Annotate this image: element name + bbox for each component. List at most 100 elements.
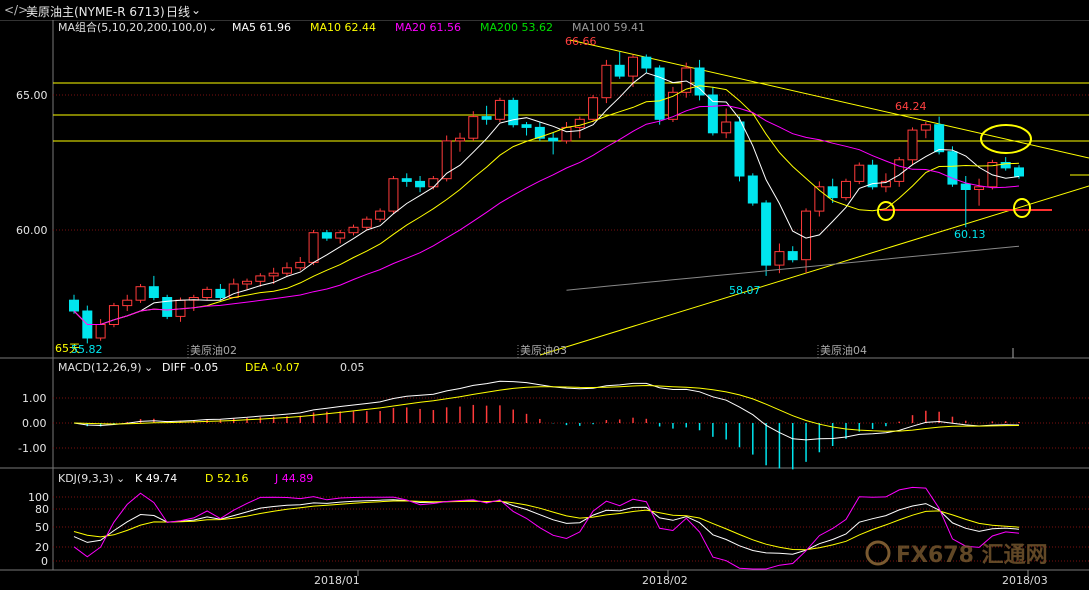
- candle-body: [494, 99, 505, 120]
- candle-body: [122, 299, 133, 307]
- candle-body: [907, 129, 918, 161]
- kdj-k-value: 49.74: [146, 472, 178, 485]
- macd-value: 0.05: [340, 361, 365, 374]
- candle-body: [481, 116, 492, 120]
- candle-body: [454, 137, 465, 142]
- ma100-legend: MA100 59.41: [572, 21, 645, 34]
- candle-body: [854, 164, 865, 182]
- ma-chevron-icon[interactable]: ⌄: [208, 21, 217, 34]
- candle-body: [801, 210, 812, 261]
- kdj-k-label: K: [135, 472, 143, 485]
- candle-body: [521, 124, 532, 128]
- candle-body: [361, 218, 372, 228]
- candle-body: [135, 286, 146, 301]
- candle-body: [561, 126, 572, 142]
- candle-body: [401, 178, 412, 182]
- contract-label-04: 美原油04: [820, 343, 867, 357]
- contract-label-03: 美原油03: [520, 343, 567, 357]
- date-label-jan: 2018/01: [314, 574, 360, 587]
- candle-body: [308, 232, 319, 263]
- ma5-line: [73, 72, 1020, 325]
- ma200-legend: MA200 53.62: [480, 21, 553, 34]
- candle-body: [1014, 167, 1024, 177]
- macd-dea-line: [73, 384, 1020, 432]
- kdj-tick-50: 50: [35, 521, 49, 534]
- ma100-value: 59.41: [614, 21, 646, 34]
- candle-body: [707, 94, 718, 134]
- macd-chevron-icon[interactable]: ⌄: [144, 361, 153, 374]
- candle-body: [202, 288, 213, 298]
- candle-body: [215, 288, 226, 298]
- candlestick-chart[interactable]: MA组合(5,10,20,200,100,0) ⌄ MA5 61.96 MA10…: [0, 0, 1089, 590]
- kdj-d-label: D: [205, 472, 213, 485]
- kdj-tick-20: 20: [35, 541, 49, 554]
- contract-label-02: 美原油02: [190, 343, 237, 357]
- ma5-value: 61.96: [260, 21, 292, 34]
- kdj-d-value: 52.16: [217, 472, 249, 485]
- annotation-high2: 64.24: [895, 100, 927, 113]
- date-label-feb: 2018/02: [642, 574, 688, 587]
- candle-body: [974, 186, 985, 191]
- candle-body: [721, 121, 732, 134]
- macd-diff-label: DIFF: [162, 361, 186, 374]
- candle-body: [588, 97, 599, 120]
- annotation-low2: 60.13: [954, 228, 986, 241]
- kdj-d: D 52.16: [205, 472, 248, 485]
- ma5-legend: MA5 61.96: [232, 21, 291, 34]
- candle-body: [295, 261, 306, 269]
- candle-body: [920, 124, 931, 131]
- macd-tick-1: 1.00: [22, 392, 47, 405]
- watermark: FX678 汇通网: [896, 543, 1048, 568]
- annotation-high1: 66.66: [565, 35, 597, 48]
- candle-body: [242, 280, 253, 285]
- ma20-label: MA20: [395, 21, 426, 34]
- macd-dea: DEA -0.07: [245, 361, 300, 374]
- macd-dea-label: DEA: [245, 361, 268, 374]
- kdj-j-value: 44.89: [282, 472, 314, 485]
- candle-body: [388, 178, 399, 212]
- candle-body: [255, 275, 266, 282]
- candle-body: [162, 297, 173, 317]
- ma10-line: [73, 85, 1020, 325]
- ma10-legend: MA10 62.44: [310, 21, 376, 34]
- macd-title: MACD(12,26,9): [58, 361, 142, 374]
- candle-body: [747, 175, 758, 204]
- macd-tick-neg1: -1.00: [18, 442, 46, 455]
- kdj-tick-0: 0: [41, 555, 48, 568]
- kdj-title: KDJ(9,3,3): [58, 472, 114, 485]
- macd-dea-value: -0.07: [271, 361, 299, 374]
- candle-body: [428, 178, 439, 188]
- candle-body: [468, 116, 479, 139]
- candle-body: [628, 56, 639, 77]
- kdj-j: J 44.89: [274, 472, 313, 485]
- ma20-value: 61.56: [430, 21, 462, 34]
- candle-body: [108, 305, 119, 326]
- candle-body: [894, 159, 905, 182]
- macd-diff: DIFF -0.05: [162, 361, 218, 374]
- candle-body: [761, 202, 772, 266]
- candle-body: [281, 267, 292, 274]
- price-tick-60: 60.00: [16, 224, 48, 237]
- kdj-indicator: [73, 486, 1020, 570]
- ma5-label: MA5: [232, 21, 256, 34]
- candle-body: [641, 56, 652, 69]
- candle-body: [148, 286, 159, 299]
- candle-body: [548, 137, 559, 142]
- kdj-j-label: J: [274, 472, 278, 485]
- ma200-value: 53.62: [522, 21, 554, 34]
- candles-group: [69, 51, 1024, 344]
- macd-diff-value: -0.05: [190, 361, 218, 374]
- candle-body: [774, 251, 785, 266]
- annotation-left-low: 55.82: [71, 343, 103, 356]
- macd-gridlines: [53, 397, 1089, 449]
- candle-body: [840, 180, 851, 199]
- kdj-chevron-icon[interactable]: ⌄: [116, 472, 125, 485]
- kdj-tick-80: 80: [35, 503, 49, 516]
- ma100-label: MA100: [572, 21, 610, 34]
- candle-body: [348, 226, 359, 234]
- candle-body: [95, 324, 106, 339]
- candle-body: [321, 232, 332, 239]
- kdj-k: K 49.74: [135, 472, 177, 485]
- candle-body: [960, 183, 971, 191]
- candle-body: [69, 299, 79, 312]
